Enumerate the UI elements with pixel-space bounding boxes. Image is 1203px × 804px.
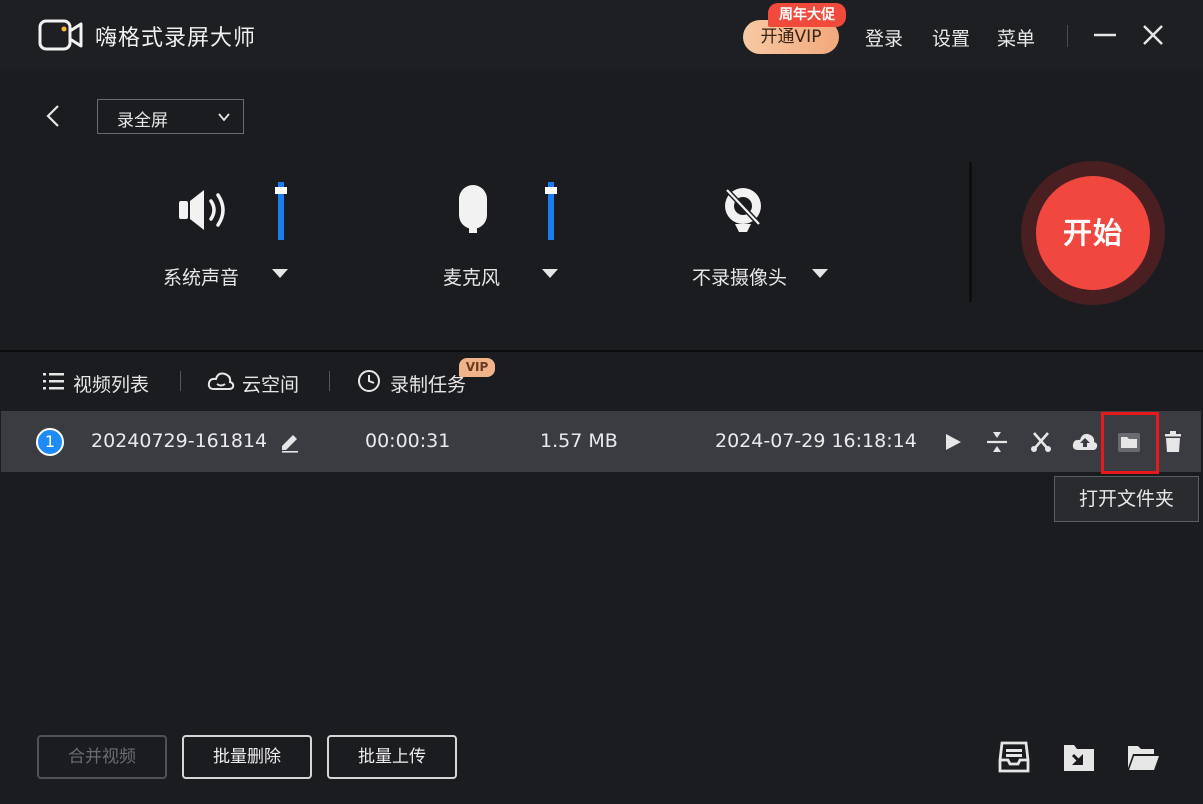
camera-off-icon[interactable] <box>721 186 765 234</box>
import-tray-icon[interactable] <box>997 740 1031 774</box>
promo-badge: 周年大促 <box>768 3 846 27</box>
chevron-down-icon <box>218 113 230 122</box>
batch-upload-button[interactable]: 批量上传 <box>327 735 457 779</box>
camera-label: 不录摄像头 <box>692 267 788 289</box>
system-sound-label: 系统声音 <box>163 267 240 289</box>
tab-separator <box>329 371 330 391</box>
record-mode-value: 录全屏 <box>117 111 168 131</box>
camera-logo-icon <box>38 19 83 51</box>
title-bar: 嗨格式录屏大师 开通VIP 周年大促 登录 设置 菜单 <box>0 0 1203 71</box>
microphone-label: 麦克风 <box>443 267 501 289</box>
row-index-badge: 1 <box>36 428 64 456</box>
slider-handle[interactable] <box>545 187 557 194</box>
login-link[interactable]: 登录 <box>865 24 903 51</box>
tab-label: 录制任务 <box>390 374 467 396</box>
merge-videos-button: 合并视频 <box>37 735 167 779</box>
minimize-icon[interactable] <box>1092 22 1118 48</box>
batch-delete-button[interactable]: 批量删除 <box>182 735 312 779</box>
rename-pencil-icon[interactable] <box>279 431 301 453</box>
tab-label: 云空间 <box>242 374 300 396</box>
open-folder-tooltip: 打开文件夹 <box>1054 476 1199 522</box>
table-row[interactable]: 1 20240729-161814 00:00:31 1.57 MB 2024-… <box>1 411 1201 472</box>
slider-handle[interactable] <box>275 187 287 194</box>
record-mode-select[interactable]: 录全屏 <box>97 99 244 134</box>
compress-icon[interactable] <box>985 430 1009 454</box>
vip-tag: VIP <box>459 358 495 377</box>
settings-link[interactable]: 设置 <box>932 24 970 51</box>
camera-dropdown[interactable] <box>812 269 828 278</box>
cloud-upload-icon[interactable] <box>1072 430 1098 454</box>
import-folder-icon[interactable] <box>1062 740 1096 774</box>
close-icon[interactable] <box>1140 22 1166 48</box>
speaker-icon[interactable] <box>176 186 230 234</box>
list-icon <box>43 373 64 390</box>
system-sound-dropdown[interactable] <box>272 269 288 278</box>
microphone-dropdown[interactable] <box>542 269 558 278</box>
file-duration: 00:00:31 <box>365 430 451 452</box>
cut-scissors-icon[interactable] <box>1029 430 1053 454</box>
back-arrow-icon[interactable] <box>42 104 66 128</box>
vertical-divider <box>969 162 972 302</box>
tab-video-list[interactable]: 视频列表 <box>42 369 162 396</box>
folder-icon[interactable] <box>1117 430 1141 454</box>
menu-link[interactable]: 菜单 <box>997 24 1035 51</box>
title-separator <box>1067 25 1068 47</box>
tab-separator <box>180 371 181 391</box>
system-volume-slider[interactable] <box>275 182 287 240</box>
file-date: 2024-07-29 16:18:14 <box>715 430 917 452</box>
tab-label: 视频列表 <box>73 374 150 396</box>
file-size: 1.57 MB <box>540 430 618 452</box>
clock-icon <box>358 370 380 392</box>
start-record-button[interactable]: 开始 <box>1036 176 1150 290</box>
trash-icon[interactable] <box>1161 430 1185 454</box>
open-folder-icon[interactable] <box>1126 740 1160 774</box>
cloud-icon <box>207 372 235 390</box>
mic-volume-slider[interactable] <box>545 182 557 240</box>
app-title: 嗨格式录屏大师 <box>95 26 257 51</box>
file-name: 20240729-161814 <box>91 430 268 452</box>
microphone-icon[interactable] <box>456 183 490 235</box>
tab-cloud-space[interactable]: 云空间 <box>207 369 307 396</box>
play-icon[interactable] <box>941 430 965 454</box>
section-divider <box>0 350 1203 352</box>
